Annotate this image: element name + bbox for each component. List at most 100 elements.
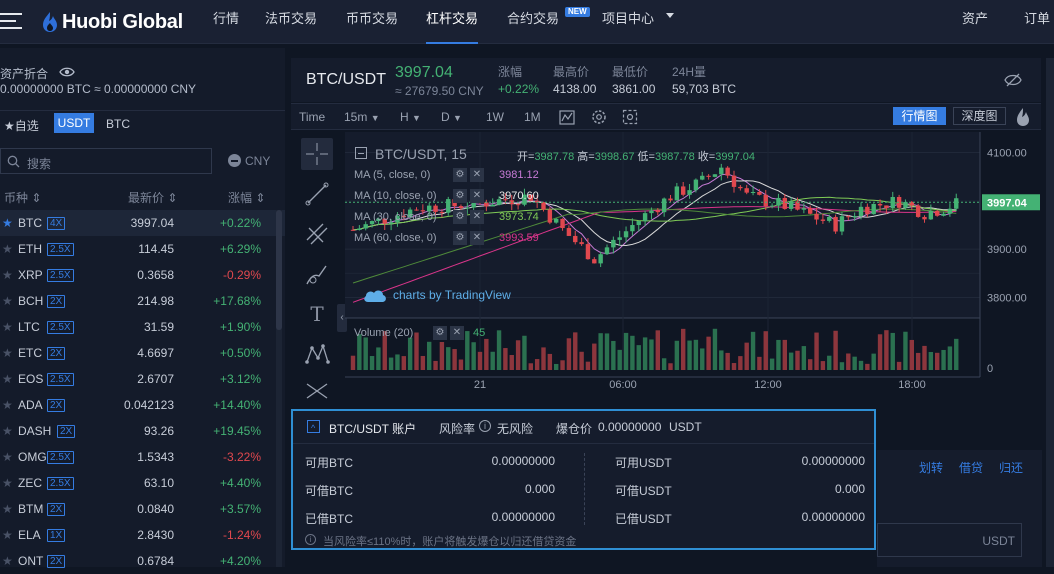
text-tool-icon[interactable]: T [301, 298, 333, 330]
currency-toggle[interactable]: CNY [245, 154, 270, 168]
star-icon[interactable]: ★ [2, 424, 13, 438]
tab-usdt[interactable]: USDT [54, 113, 94, 133]
market-row[interactable]: ★ ONT 2X 0.6784 +4.20% [0, 548, 285, 574]
interval-d[interactable]: D ▼ [441, 110, 462, 124]
interval-1w[interactable]: 1W [486, 110, 504, 124]
coin-change: +1.90% [219, 320, 261, 334]
candle-body [681, 186, 686, 195]
header-coin[interactable]: 币种 ⇕ [4, 189, 41, 206]
market-row[interactable]: ★ LTC 2.5X 31.59 +1.90% [0, 314, 285, 340]
settings-icon[interactable]: ⚙ [453, 189, 467, 203]
star-icon[interactable]: ★ [2, 502, 13, 516]
tab-btc[interactable]: BTC [106, 117, 130, 131]
flame-icon[interactable] [1016, 107, 1030, 127]
volume-bar [871, 353, 876, 370]
huobi-logo[interactable]: Huobi Global [42, 8, 183, 36]
market-row[interactable]: ★ ELA 1X 2.8430 -1.24% [0, 522, 285, 548]
market-row[interactable]: ★ ETH 2.5X 114.45 +6.29% [0, 236, 285, 262]
nav-market[interactable]: 行情 [213, 0, 239, 44]
settings-icon[interactable]: ⚙ [453, 210, 467, 224]
nav-margin[interactable]: 杠杆交易 [426, 0, 479, 44]
hide-eye-icon[interactable] [1004, 72, 1022, 88]
assets-value: 0.00000000 BTC ≈ 0.00000000 CNY [0, 82, 197, 96]
trend-line-tool-icon[interactable] [301, 178, 333, 210]
nav-futures[interactable]: 合约交易 [507, 0, 559, 44]
scrollbar-track[interactable] [276, 210, 282, 567]
star-icon[interactable]: ★ [2, 320, 13, 334]
interval-time[interactable]: Time [299, 110, 325, 124]
nav-projects[interactable]: 项目中心 [602, 0, 654, 44]
star-icon[interactable]: ★ [2, 372, 13, 386]
close-icon[interactable]: ✕ [470, 189, 484, 203]
market-row[interactable]: ★ DASH 2X 93.26 +19.45% [0, 418, 285, 444]
star-icon[interactable]: ★ [2, 242, 13, 256]
chevron-down-icon[interactable] [666, 13, 674, 18]
settings-gear-icon[interactable] [591, 109, 607, 125]
star-icon[interactable]: ★ [2, 216, 13, 230]
screenshot-camera-icon[interactable] [622, 109, 638, 125]
nav-otc[interactable]: 法币交易 [265, 0, 317, 44]
star-icon[interactable]: ★ [2, 554, 13, 568]
market-row[interactable]: ★ ADA 2X 0.042123 +14.40% [0, 392, 285, 418]
amount-input[interactable]: USDT [877, 523, 1022, 557]
market-row[interactable]: ★ ZEC 2.5X 63.10 +4.40% [0, 470, 285, 496]
star-icon[interactable]: ★ [2, 346, 13, 360]
nav-spot[interactable]: 币币交易 [346, 0, 398, 44]
close-icon[interactable]: ✕ [450, 326, 464, 340]
settings-icon[interactable]: ⚙ [453, 168, 467, 182]
tradingview-watermark[interactable]: charts by TradingView [363, 286, 563, 306]
borrow-button[interactable]: 借贷 [959, 459, 983, 476]
eye-icon[interactable] [59, 66, 75, 78]
settings-icon[interactable]: ⚙ [453, 231, 467, 245]
collapse-legend-icon[interactable] [355, 147, 367, 159]
repay-button[interactable]: 归还 [999, 459, 1023, 476]
volume-bar [814, 332, 819, 370]
nav-orders[interactable]: 订单 [1024, 0, 1050, 44]
star-icon[interactable]: ★ [2, 450, 13, 464]
fib-tool-icon[interactable] [301, 218, 333, 250]
crosshair-tool-icon[interactable] [301, 138, 333, 170]
brush-tool-icon[interactable] [301, 258, 333, 290]
header-price[interactable]: 最新价 ⇕ [128, 189, 177, 206]
candle-body [719, 167, 724, 175]
pattern-tool-icon[interactable] [301, 338, 333, 370]
collapse-panel-icon[interactable]: ^ [307, 420, 320, 433]
info-icon[interactable]: i [479, 420, 491, 432]
close-icon[interactable]: ✕ [470, 210, 484, 224]
interval-h[interactable]: H ▼ [400, 110, 421, 124]
settings-icon[interactable]: ⚙ [433, 326, 447, 340]
interval-1m[interactable]: 1M [524, 110, 541, 124]
projection-tool-icon[interactable] [301, 376, 333, 402]
leverage-badge: 2.5X [47, 321, 74, 334]
market-row[interactable]: ★ BTM 2X 0.0840 +3.57% [0, 496, 285, 522]
depth-view-button[interactable]: 深度图 [953, 107, 1006, 125]
market-row[interactable]: ★ XRP 2.5X 0.3658 -0.29% [0, 262, 285, 288]
kline-view-button[interactable]: 行情图 [893, 107, 946, 125]
market-row[interactable]: ★ EOS 2.5X 2.6707 +3.12% [0, 366, 285, 392]
close-icon[interactable]: ✕ [470, 231, 484, 245]
star-icon[interactable]: ★ [2, 476, 13, 490]
ma-legend-row: MA (10, close, 0) ⚙ ✕ 3970.60 [354, 189, 584, 205]
top-navigation-bar: Huobi Global 行情 法币交易 币币交易 杠杆交易 合约交易 NEW … [0, 0, 1054, 44]
borrowable-btc-value: 0.000 [524, 482, 555, 496]
hamburger-menu-icon[interactable] [0, 13, 22, 29]
search-input[interactable]: 搜索 [0, 148, 212, 174]
market-row[interactable]: ★ ETC 2X 4.6697 +0.50% [0, 340, 285, 366]
currency-toggle-icon[interactable] [228, 154, 241, 167]
header-change[interactable]: 涨幅 ⇕ [228, 189, 265, 206]
scrollbar-thumb[interactable] [276, 210, 282, 330]
indicator-icon[interactable] [559, 110, 575, 125]
market-row[interactable]: ★ OMG 2.5X 1.5343 -3.22% [0, 444, 285, 470]
star-icon[interactable]: ★ [2, 398, 13, 412]
interval-15m[interactable]: 15m ▼ [344, 110, 380, 124]
tab-favorites[interactable]: ★自选 [4, 117, 39, 134]
market-row[interactable]: ★ BTC 4X 3997.04 +0.22% [0, 210, 285, 236]
transfer-button[interactable]: 划转 [919, 459, 943, 476]
star-icon[interactable]: ★ [2, 294, 13, 308]
star-icon[interactable]: ★ [2, 268, 13, 282]
page-scrollbar[interactable] [1046, 58, 1054, 567]
close-icon[interactable]: ✕ [470, 168, 484, 182]
star-icon[interactable]: ★ [2, 528, 13, 542]
nav-assets[interactable]: 资产 [962, 0, 988, 44]
market-row[interactable]: ★ BCH 2X 214.98 +17.68% [0, 288, 285, 314]
